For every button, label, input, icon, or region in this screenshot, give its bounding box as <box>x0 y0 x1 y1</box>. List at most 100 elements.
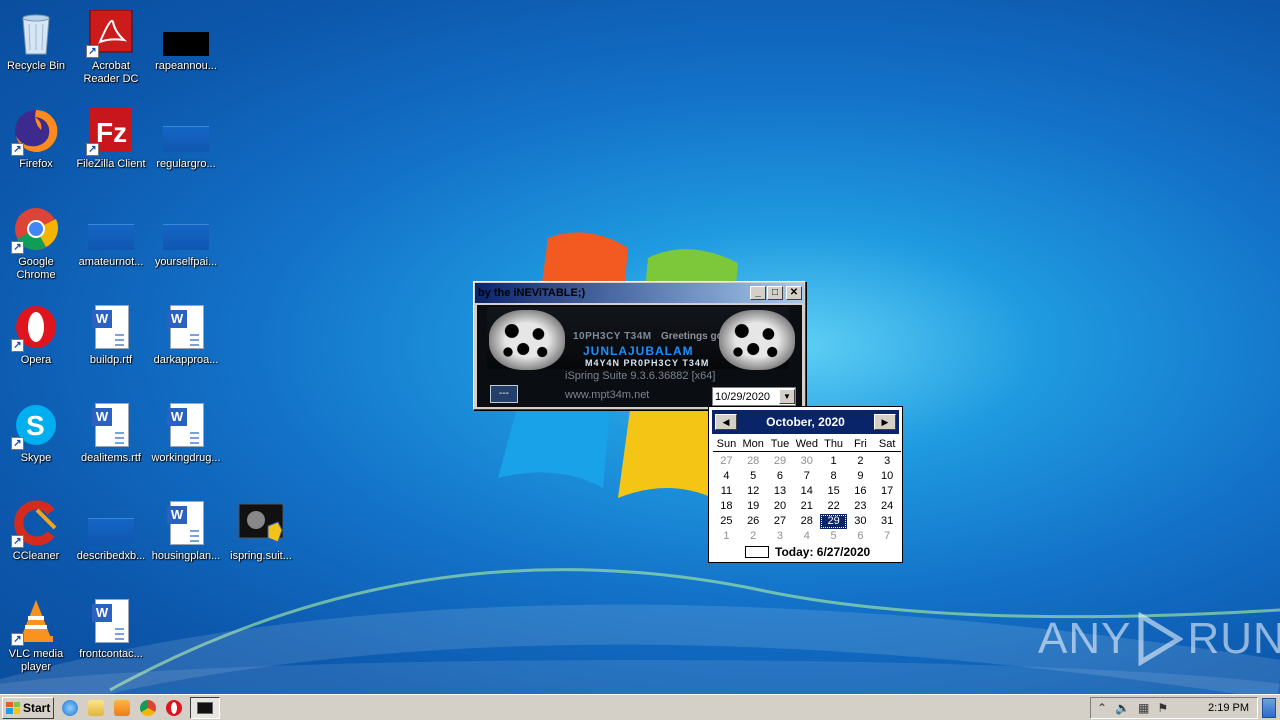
desktop-icon-darkapproa[interactable]: W darkapproa... <box>148 298 224 388</box>
calendar-day[interactable]: 28 <box>740 454 767 469</box>
desktop-icon-firefox[interactable]: ↗ Firefox <box>0 102 74 192</box>
calendar-day[interactable]: 5 <box>820 529 847 544</box>
dropdown-arrow-icon[interactable]: ▼ <box>779 389 795 404</box>
desktop-icon-workingdrug[interactable]: W workingdrug... <box>148 396 224 486</box>
desktop-icon-yourselfpai[interactable]: yourselfpai... <box>148 200 224 290</box>
calendar-day[interactable]: 3 <box>874 454 901 469</box>
calendar-day[interactable]: 15 <box>820 484 847 499</box>
volume-icon[interactable]: 🔈 <box>1115 701 1130 715</box>
taskbar: Start ⌃ 🔈 ▦ ⚑ 2:19 PM <box>0 694 1280 720</box>
word-document-icon: W <box>163 304 209 350</box>
previous-month-button[interactable]: ◀ <box>715 414 737 430</box>
calendar-day[interactable]: 23 <box>847 499 874 514</box>
desktop-icon-filezilla[interactable]: Fz ↗ FileZilla Client <box>73 102 149 192</box>
calendar-day[interactable]: 2 <box>740 529 767 544</box>
calendar-day[interactable]: 30 <box>793 454 820 469</box>
desktop-icon-chrome[interactable]: ↗ Google Chrome <box>0 200 74 290</box>
desktop-icon-skype[interactable]: S ↗ Skype <box>0 396 74 486</box>
calendar-day[interactable]: 18 <box>713 499 740 514</box>
desktop-icon-ispring-suite[interactable]: ispring.suit... <box>223 494 299 584</box>
calendar-day[interactable]: 25 <box>713 514 740 529</box>
desktop-icon-buildp[interactable]: W buildp.rtf <box>73 298 149 388</box>
calendar-day[interactable]: 24 <box>874 499 901 514</box>
calendar-day[interactable]: 21 <box>793 499 820 514</box>
chrome-icon[interactable] <box>140 699 156 716</box>
app-window-icon <box>197 701 213 714</box>
calendar-day[interactable]: 16 <box>847 484 874 499</box>
keygen-window[interactable]: by the iNEViTABLE;) _ □ ✕ 10PH3CY T34M G… <box>473 281 806 410</box>
calendar-day[interactable]: 3 <box>767 529 794 544</box>
calendar-day-selected[interactable]: 29 <box>820 514 847 529</box>
calendar-day[interactable]: 9 <box>847 469 874 484</box>
start-button[interactable]: Start <box>2 696 54 719</box>
weekday-label: Sun <box>716 438 737 450</box>
network-icon[interactable]: ▦ <box>1138 701 1149 715</box>
calendar-day[interactable]: 19 <box>740 499 767 514</box>
today-link[interactable]: Today: 6/27/2020 <box>745 545 870 559</box>
window-title: by the iNEViTABLE;) <box>478 287 586 299</box>
desktop-icon-frontcontac[interactable]: W frontcontac... <box>73 592 149 682</box>
calendar-day[interactable]: 4 <box>713 469 740 484</box>
calendar-day[interactable]: 1 <box>820 454 847 469</box>
calendar-day[interactable]: 6 <box>767 469 794 484</box>
calendar-day[interactable]: 22 <box>820 499 847 514</box>
calendar-day[interactable]: 6 <box>847 529 874 544</box>
calendar-day[interactable]: 1 <box>713 529 740 544</box>
clock[interactable]: 2:19 PM <box>1208 702 1249 714</box>
folder-icon[interactable] <box>88 699 104 716</box>
opera-icon[interactable] <box>166 699 182 716</box>
desktop-icon-housingplan[interactable]: W housingplan... <box>148 494 224 584</box>
media-player-icon[interactable] <box>114 699 130 716</box>
window-titlebar[interactable]: by the iNEViTABLE;) _ □ ✕ <box>475 283 804 303</box>
desktop-icon-amateurnot[interactable]: amateurnot... <box>73 200 149 290</box>
calendar-day[interactable]: 27 <box>767 514 794 529</box>
weekday-header-row: Sun Mon Tue Wed Thu Fri Sat <box>713 437 901 452</box>
next-month-button[interactable]: ▶ <box>874 414 896 430</box>
show-desktop-button[interactable] <box>1262 698 1276 718</box>
date-picker[interactable]: 10/29/2020 ▼ <box>712 387 796 406</box>
calendar-dropdown[interactable]: ◀ October, 2020 ▶ Sun Mon Tue Wed Thu Fr… <box>708 406 903 563</box>
close-button[interactable]: ✕ <box>786 286 802 300</box>
calendar-day[interactable]: 4 <box>793 529 820 544</box>
calendar-day[interactable]: 10 <box>874 469 901 484</box>
maximize-button[interactable]: □ <box>767 286 783 300</box>
calendar-day[interactable]: 31 <box>874 514 901 529</box>
calendar-day[interactable]: 17 <box>874 484 901 499</box>
desktop-icon-describedxb[interactable]: describedxb... <box>73 494 149 584</box>
desktop-icon-dealitems[interactable]: W dealitems.rtf <box>73 396 149 486</box>
desktop-icon-acrobat[interactable]: ↗ Acrobat Reader DC <box>73 4 149 94</box>
calendar-day[interactable]: 2 <box>847 454 874 469</box>
show-hidden-icons-icon[interactable]: ⌃ <box>1097 701 1107 715</box>
calendar-day[interactable]: 7 <box>874 529 901 544</box>
desktop-icon-vlc[interactable]: ↗ VLC media player <box>0 592 74 682</box>
calendar-day[interactable]: 12 <box>740 484 767 499</box>
calendar-day[interactable]: 26 <box>740 514 767 529</box>
calendar-day[interactable]: 27 <box>713 454 740 469</box>
website-link[interactable]: www.mpt34m.net <box>565 389 649 401</box>
acrobat-icon: ↗ <box>86 9 134 58</box>
desktop-icon-regulargro[interactable]: regulargro... <box>148 102 224 192</box>
calendar-day[interactable]: 14 <box>793 484 820 499</box>
calendar-day[interactable]: 29 <box>767 454 794 469</box>
calendar-day[interactable]: 8 <box>820 469 847 484</box>
window-body: 10PH3CY T34M Greetings go JUNLAJUBALAM M… <box>477 305 802 407</box>
calendar-day[interactable]: 20 <box>767 499 794 514</box>
calendar-month-label[interactable]: October, 2020 <box>766 415 845 429</box>
calendar-day[interactable]: 28 <box>793 514 820 529</box>
calendar-day[interactable]: 11 <box>713 484 740 499</box>
date-value[interactable]: 10/29/2020 <box>713 391 779 403</box>
taskbar-app-keygen[interactable] <box>190 696 220 719</box>
action-button[interactable]: --- <box>490 385 518 403</box>
calendar-day[interactable]: 30 <box>847 514 874 529</box>
calendar-day[interactable]: 7 <box>793 469 820 484</box>
ccleaner-icon: ↗ <box>11 500 59 548</box>
desktop-icon-opera[interactable]: ↗ Opera <box>0 298 74 388</box>
desktop-icon-ccleaner[interactable]: ↗ CCleaner <box>0 494 74 584</box>
calendar-day[interactable]: 5 <box>740 469 767 484</box>
internet-explorer-icon[interactable] <box>62 699 78 716</box>
desktop-icon-recycle-bin[interactable]: Recycle Bin <box>0 4 74 94</box>
action-center-flag-icon[interactable]: ⚑ <box>1157 701 1168 715</box>
desktop-icon-rapeannou[interactable]: rapeannou... <box>148 4 224 94</box>
calendar-day[interactable]: 13 <box>767 484 794 499</box>
minimize-button[interactable]: _ <box>750 286 766 300</box>
